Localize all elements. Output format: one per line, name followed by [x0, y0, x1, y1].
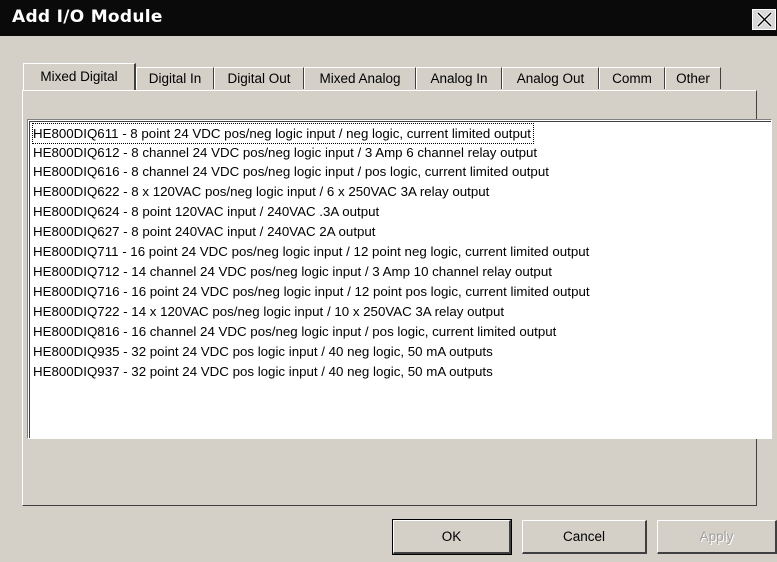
apply-button[interactable]: Apply	[657, 520, 777, 554]
list-item[interactable]: HE800DIQ816 - 16 channel 24 VDC pos/neg …	[33, 322, 558, 341]
close-icon	[756, 12, 773, 28]
list-item[interactable]: HE800DIQ611 - 8 point 24 VDC pos/neg log…	[32, 123, 534, 144]
list-item[interactable]: HE800DIQ627 - 8 point 240VAC input / 240…	[33, 222, 378, 241]
tab-analog-in[interactable]: Analog In	[416, 67, 502, 89]
tab-digital-in[interactable]: Digital In	[136, 67, 214, 89]
tab-other[interactable]: Other	[665, 67, 721, 89]
module-list-frame: HE800DIQ611 - 8 point 24 VDC pos/neg log…	[29, 121, 771, 438]
list-item[interactable]: HE800DIQ622 - 8 x 120VAC pos/neg logic i…	[33, 182, 491, 201]
add-io-module-dialog: Add I/O Module Mixed Digital Digital In …	[0, 0, 777, 562]
list-item[interactable]: HE800DIQ722 - 14 x 120VAC pos/neg logic …	[33, 302, 506, 321]
cancel-button[interactable]: Cancel	[522, 520, 647, 554]
tab-mixed-analog[interactable]: Mixed Analog	[304, 67, 416, 89]
ok-button[interactable]: OK	[392, 519, 512, 555]
module-list[interactable]: HE800DIQ611 - 8 point 24 VDC pos/neg log…	[27, 119, 772, 439]
list-item[interactable]: HE800DIQ935 - 32 point 24 VDC pos logic …	[33, 342, 495, 361]
list-item[interactable]: HE800DIQ937 - 32 point 24 VDC pos logic …	[33, 362, 495, 381]
list-item[interactable]: HE800DIQ612 - 8 channel 24 VDC pos/neg l…	[33, 143, 539, 162]
title-bar[interactable]: Add I/O Module	[0, 0, 777, 36]
close-button[interactable]	[752, 9, 776, 30]
list-item[interactable]: HE800DIQ712 - 14 channel 24 VDC pos/neg …	[33, 262, 554, 281]
list-item[interactable]: HE800DIQ716 - 16 point 24 VDC pos/neg lo…	[33, 282, 592, 301]
window-title: Add I/O Module	[12, 7, 163, 27]
tab-comm[interactable]: Comm	[599, 67, 665, 89]
list-item[interactable]: HE800DIQ616 - 8 channel 24 VDC pos/neg l…	[33, 162, 551, 181]
list-item[interactable]: HE800DIQ624 - 8 point 120VAC input / 240…	[33, 202, 381, 221]
tab-digital-out[interactable]: Digital Out	[214, 67, 304, 89]
tab-mixed-digital[interactable]: Mixed Digital	[23, 63, 136, 90]
list-item[interactable]: HE800DIQ711 - 16 point 24 VDC pos/neg lo…	[33, 242, 591, 261]
tab-analog-out[interactable]: Analog Out	[502, 67, 599, 89]
